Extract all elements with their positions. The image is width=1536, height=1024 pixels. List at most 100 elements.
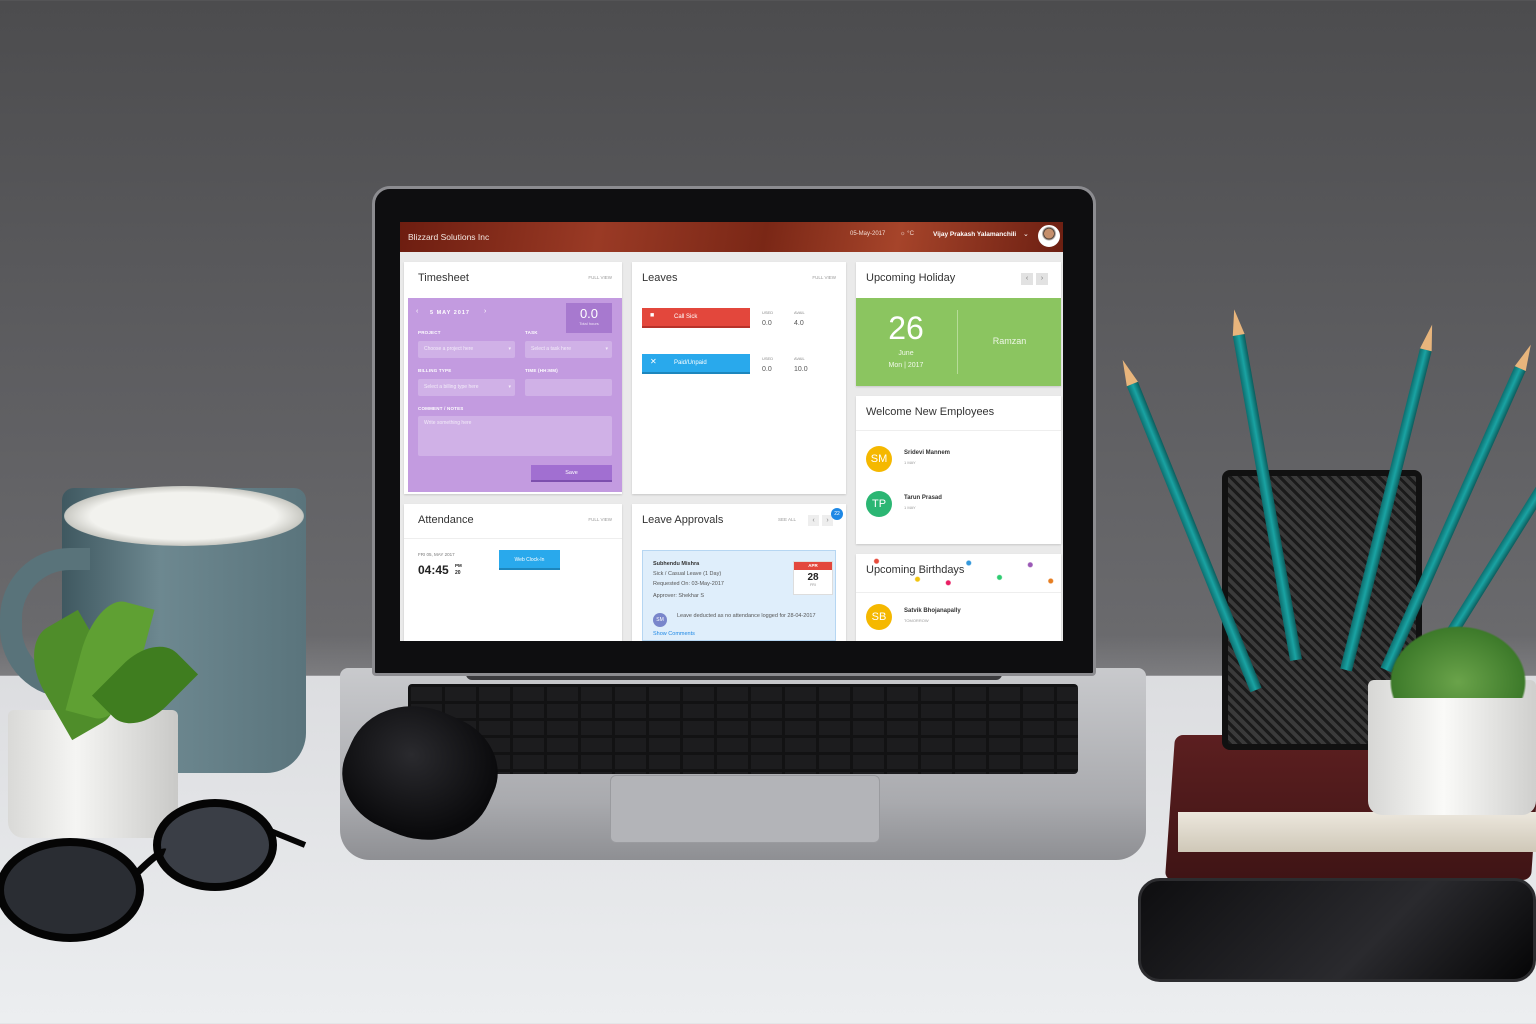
attendance-full-view-link[interactable]: FULL VIEW <box>588 517 612 522</box>
chevron-left-icon[interactable]: ‹ <box>1021 273 1033 285</box>
attendance-seconds: 20 <box>455 570 461 576</box>
leave-request-card[interactable]: Subhendu Mishra Sick / Casual Leave (1 D… <box>642 550 836 641</box>
divider <box>856 592 1061 593</box>
used-value: 0.0 <box>762 366 772 373</box>
list-item[interactable]: SM Sridevi Mannem 1 MAY <box>866 446 1046 476</box>
leaves-full-view-link[interactable]: FULL VIEW <box>812 275 836 280</box>
notebook-pages <box>1178 812 1536 852</box>
comment-text: Leave deducted as no attendance logged f… <box>677 613 816 619</box>
leave-approvals-title: Leave Approvals <box>642 514 724 526</box>
billing-type-label: BILLING TYPE <box>418 368 452 373</box>
timesheet-card: Timesheet FULL VIEW ‹ 5 MAY 2017 › 0.0 T… <box>404 262 622 494</box>
birthdays-title: Upcoming Birthdays <box>866 564 965 576</box>
calendar-badge: APR 28 FRI <box>793 561 833 595</box>
laptop-screen: Blizzard Solutions Inc 05-May-2017 ☼ °C … <box>400 222 1063 641</box>
employee-name: Tarun Prasad <box>904 495 942 501</box>
calendar-weekday: FRI <box>810 583 816 587</box>
billing-type-select[interactable]: Select a billing type here ▾ <box>418 379 515 396</box>
project-label: PROJECT <box>418 330 441 335</box>
succulent-plant <box>1380 618 1536 698</box>
requested-on: Requested On: 03-May-2017 <box>653 581 724 587</box>
employee-name: Sridevi Mannem <box>904 450 951 456</box>
avatar: SM <box>653 613 667 627</box>
sunglasses <box>0 799 307 942</box>
avatar: TP <box>866 491 892 517</box>
divider <box>856 430 1061 431</box>
task-label: TASK <box>525 330 538 335</box>
mug-rim <box>64 486 304 546</box>
task-select[interactable]: Select a task here ▾ <box>525 341 612 358</box>
notification-badge: 22 <box>831 508 843 520</box>
prev-date-icon[interactable]: ‹ <box>416 308 418 315</box>
holiday-weekday-year: Mon | 2017 <box>888 362 924 369</box>
smartphone <box>1138 878 1536 982</box>
keyboard <box>408 684 1078 774</box>
holiday-day: 26 <box>888 310 924 346</box>
used-label: USED <box>762 310 774 315</box>
current-date: 05-May-2017 <box>850 231 886 237</box>
company-name[interactable]: Blizzard Solutions Inc <box>408 232 489 242</box>
holiday-card: Upcoming Holiday ‹ › 26 June Mon | 2017 … <box>856 262 1061 386</box>
timesheet-full-view-link[interactable]: FULL VIEW <box>588 275 612 280</box>
see-all-link[interactable]: SEE ALL <box>778 517 796 522</box>
attendance-card: Attendance FULL VIEW FRI 05, MAY 2017 04… <box>404 504 622 641</box>
leave-type-call-sick[interactable]: ■ Call Sick <box>642 308 750 328</box>
top-bar: Blizzard Solutions Inc 05-May-2017 ☼ °C … <box>400 222 1063 252</box>
holiday-panel: 26 June Mon | 2017 Ramzan <box>856 298 1061 386</box>
birthdays-card: Upcoming Birthdays SB Satvik Bhojanapall… <box>856 554 1061 641</box>
leave-type-label: Paid/Unpaid <box>674 360 707 366</box>
comment-textarea[interactable]: Write something here <box>418 416 612 456</box>
join-date: 1 MAY <box>904 460 916 465</box>
total-hours-box: 0.0 Total hours <box>566 303 612 333</box>
avatar: SB <box>866 604 892 630</box>
holiday-name: Ramzan <box>992 336 1027 346</box>
divider <box>404 538 622 539</box>
avail-value: 10.0 <box>794 366 808 373</box>
avail-value: 4.0 <box>794 320 804 327</box>
list-item[interactable]: SB Satvik Bhojanapally TOMORROW <box>866 604 1046 634</box>
timesheet-title: Timesheet <box>418 272 469 284</box>
used-value: 0.0 <box>762 320 772 327</box>
avail-label: AVAIL <box>794 356 805 361</box>
timesheet-date: 5 MAY 2017 <box>430 310 470 316</box>
total-hours-label: Total hours <box>579 321 599 326</box>
leave-approvals-card: Leave Approvals SEE ALL ‹ › 22 Subhendu … <box>632 504 846 641</box>
chevron-right-icon[interactable]: › <box>1036 273 1048 285</box>
close-icon: ✕ <box>650 357 657 366</box>
used-label: USED <box>762 356 774 361</box>
user-name[interactable]: Vijay Prakash Yalamanchili <box>933 231 1016 238</box>
trackpad <box>610 775 880 843</box>
web-clock-in-button[interactable]: Web Clock-In <box>499 550 560 570</box>
project-select[interactable]: Choose a project here ▾ <box>418 341 515 358</box>
chevron-down-icon[interactable]: ⌄ <box>1023 230 1029 238</box>
avatar: SM <box>866 446 892 472</box>
dropdown-caret-icon: ▾ <box>508 346 511 352</box>
timesheet-form: ‹ 5 MAY 2017 › 0.0 Total hours PROJECT T… <box>408 298 622 492</box>
dropdown-caret-icon: ▾ <box>605 346 608 352</box>
calendar-day: 28 <box>807 572 819 583</box>
leave-type: Sick / Casual Leave (1 Day) <box>653 571 722 577</box>
join-date: 1 MAY <box>904 505 916 510</box>
list-item[interactable]: TP Tarun Prasad 1 MAY <box>866 491 1046 521</box>
time-input[interactable] <box>525 379 612 396</box>
comment-label: COMMENT / NOTES <box>418 406 464 411</box>
time-label: TIME (HH:MM) <box>525 368 558 373</box>
leaves-title: Leaves <box>642 272 678 284</box>
weather-temperature: ☼ °C <box>900 231 914 237</box>
leave-type-label: Call Sick <box>674 314 698 320</box>
next-date-icon[interactable]: › <box>484 308 486 315</box>
dropdown-caret-icon: ▾ <box>508 384 511 390</box>
avail-label: AVAIL <box>794 310 805 315</box>
holiday-month: June <box>898 350 914 357</box>
show-comments-link[interactable]: Show Comments <box>653 631 695 637</box>
user-avatar[interactable] <box>1038 225 1060 247</box>
attendance-ampm: PM <box>455 563 462 568</box>
leaves-card: Leaves FULL VIEW ■ Call Sick USED 0.0 AV… <box>632 262 846 494</box>
attendance-title: Attendance <box>418 514 474 526</box>
save-button[interactable]: Save <box>531 465 612 482</box>
right-plant-pot <box>1368 680 1536 815</box>
total-hours-value: 0.0 <box>579 306 599 321</box>
attendance-time: 04:45 <box>418 563 449 577</box>
leave-type-paid-unpaid[interactable]: ✕ Paid/Unpaid <box>642 354 750 374</box>
chevron-left-icon[interactable]: ‹ <box>808 515 819 526</box>
